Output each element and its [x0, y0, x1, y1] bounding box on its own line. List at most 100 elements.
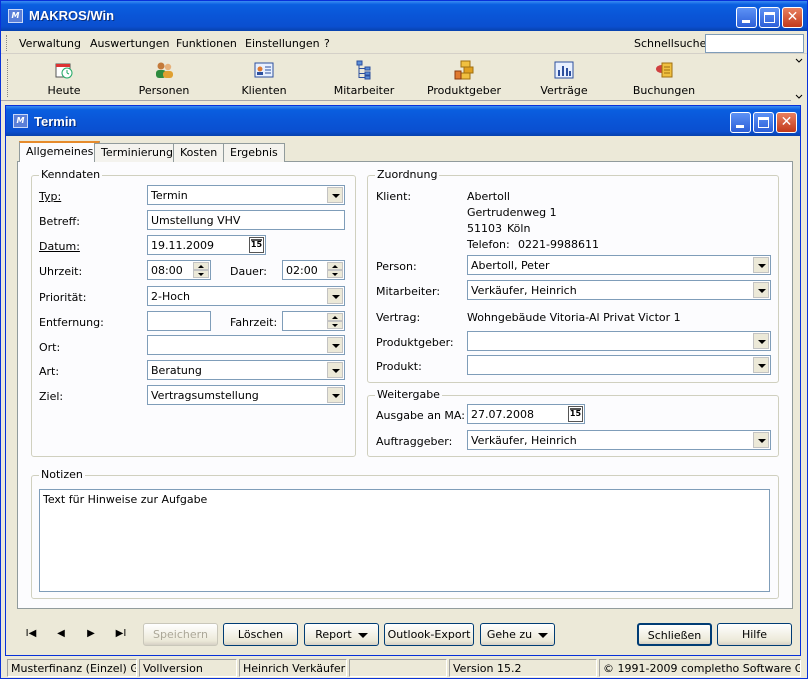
chevron-down-icon[interactable]: [753, 357, 769, 373]
termin-close-button[interactable]: ✕: [776, 112, 797, 133]
klient-strasse: Gertrudenweg 1: [467, 206, 557, 219]
termin-titlebar[interactable]: M Termin ✕: [6, 106, 800, 136]
spin-down-icon[interactable]: [327, 321, 343, 329]
toolbar-vertraege-button[interactable]: Verträge: [519, 57, 609, 99]
chevron-down-icon[interactable]: [327, 387, 343, 403]
menu-funktionen[interactable]: Funktionen: [176, 37, 237, 50]
chevron-down-icon[interactable]: [327, 362, 343, 378]
mitarbeiter-select[interactable]: Verkäufer, Heinrich: [467, 280, 771, 300]
spin-down-icon[interactable]: [193, 270, 209, 278]
typ-select[interactable]: Termin: [147, 185, 345, 205]
uhrzeit-spinner[interactable]: [193, 262, 209, 278]
ziel-select[interactable]: Vertragsumstellung: [147, 385, 345, 405]
dauer-input[interactable]: 02:00: [282, 260, 345, 280]
termin-maximize-button[interactable]: [753, 112, 774, 133]
toolbar-grip[interactable]: [7, 59, 10, 97]
menu-verwaltung[interactable]: Verwaltung: [19, 37, 81, 50]
nav-next-button[interactable]: ▶: [80, 625, 102, 643]
klient-telefon-label: Telefon:: [467, 238, 510, 251]
status-version: Version 15.2: [449, 659, 597, 677]
report-button[interactable]: Report: [304, 623, 379, 646]
toolbar-klienten-label: Klienten: [241, 84, 287, 97]
spin-up-icon[interactable]: [327, 262, 343, 270]
chevron-down-icon[interactable]: [753, 333, 769, 349]
menu-grip[interactable]: [6, 35, 9, 51]
termin-minimize-button[interactable]: [730, 112, 751, 133]
produkt-label: Produkt:: [376, 360, 422, 373]
tab-ergebnis[interactable]: Ergebnis: [223, 143, 285, 162]
toolbar-personen-label: Personen: [138, 84, 190, 97]
schnellsuche-input[interactable]: [705, 34, 804, 53]
fahrzeit-spinner[interactable]: [327, 313, 343, 329]
ausgabe-input[interactable]: 27.07.2008 15: [467, 404, 585, 424]
app-titlebar[interactable]: M MAKROS/Win ✕: [1, 1, 807, 31]
maximize-button[interactable]: [759, 7, 780, 28]
calendar-icon[interactable]: 15: [249, 237, 264, 253]
spin-down-icon[interactable]: [327, 270, 343, 278]
spin-up-icon[interactable]: [327, 313, 343, 321]
klient-telefon: 0221-9988611: [518, 238, 599, 251]
loeschen-label: Löschen: [237, 628, 284, 641]
klient-name: Abertoll: [467, 190, 510, 203]
app-title: MAKROS/Win: [29, 8, 115, 23]
ort-select[interactable]: [147, 335, 345, 355]
maximize-icon: [764, 12, 775, 23]
ausgabe-value: 27.07.2008: [471, 408, 534, 421]
spin-up-icon[interactable]: [193, 262, 209, 270]
nav-first-button[interactable]: I◀: [20, 625, 42, 643]
schnellsuche-label: Schnellsuche:: [634, 37, 711, 50]
toolbar-mitarbeiter-label: Mitarbeiter: [333, 84, 395, 97]
art-select[interactable]: Beratung: [147, 360, 345, 380]
prioritaet-select[interactable]: 2-Hoch: [147, 286, 345, 306]
fahrzeit-input[interactable]: [282, 311, 345, 331]
nav-last-button[interactable]: ▶I: [110, 625, 132, 643]
notizen-textarea[interactable]: Text für Hinweise zur Aufgabe: [39, 489, 770, 592]
menu-einstellungen[interactable]: Einstellungen: [245, 37, 320, 50]
outlook-export-button[interactable]: Outlook-Export: [384, 623, 474, 646]
speichern-button[interactable]: Speichern: [143, 623, 218, 646]
hilfe-button[interactable]: Hilfe: [717, 623, 792, 646]
chevron-down-icon[interactable]: [753, 257, 769, 273]
entfernung-input[interactable]: [147, 311, 211, 331]
toolbar-buchungen-button[interactable]: Buchungen: [619, 57, 709, 99]
toolbar-mitarbeiter-button[interactable]: Mitarbeiter: [319, 57, 409, 99]
person-value: Abertoll, Peter: [471, 259, 550, 272]
chevron-down-icon[interactable]: [327, 187, 343, 203]
toolbar-klienten-button[interactable]: Klienten: [219, 57, 309, 99]
loeschen-button[interactable]: Löschen: [223, 623, 298, 646]
chevron-down-icon[interactable]: [327, 288, 343, 304]
betreff-input[interactable]: Umstellung VHV: [147, 210, 345, 230]
menu-help[interactable]: ?: [324, 37, 330, 50]
report-label: Report: [315, 628, 352, 641]
toolbar-heute-button[interactable]: Heute: [19, 57, 109, 99]
menu-auswertungen[interactable]: Auswertungen: [90, 37, 170, 50]
tab-kosten[interactable]: Kosten: [173, 143, 225, 162]
nav-prev-button[interactable]: ◀: [50, 625, 72, 643]
ledger-icon: [656, 62, 673, 78]
dauer-spinner[interactable]: [327, 262, 343, 278]
boxes-icon: [454, 60, 474, 80]
maximize-icon: [758, 117, 769, 128]
uhrzeit-label: Uhrzeit:: [39, 265, 83, 278]
chevron-down-icon[interactable]: [327, 337, 343, 353]
toolbar-overflow[interactable]: [791, 55, 807, 101]
close-button[interactable]: ✕: [782, 7, 803, 28]
schliessen-button[interactable]: Schließen: [637, 623, 712, 646]
org-tree-icon: [356, 60, 371, 80]
toolbar-personen-button[interactable]: Personen: [119, 57, 209, 99]
tab-allgemeines[interactable]: Allgemeines: [19, 141, 101, 162]
auftraggeber-select[interactable]: Verkäufer, Heinrich: [467, 430, 771, 450]
calendar-icon[interactable]: 15: [568, 406, 583, 422]
chevron-down-icon[interactable]: [753, 432, 769, 448]
uhrzeit-input[interactable]: 08:00: [147, 260, 211, 280]
minimize-button[interactable]: [736, 7, 757, 28]
toolbar-produktgeber-button[interactable]: Produktgeber: [419, 57, 509, 99]
auftraggeber-label: Auftraggeber:: [376, 435, 453, 448]
tab-terminierung[interactable]: Terminierung: [94, 143, 180, 162]
produkt-select[interactable]: [467, 355, 771, 375]
datum-input[interactable]: 19.11.2009 15: [147, 235, 266, 255]
person-select[interactable]: Abertoll, Peter: [467, 255, 771, 275]
produktgeber-select[interactable]: [467, 331, 771, 351]
gehe-zu-button[interactable]: Gehe zu: [480, 623, 555, 646]
chevron-down-icon[interactable]: [753, 282, 769, 298]
